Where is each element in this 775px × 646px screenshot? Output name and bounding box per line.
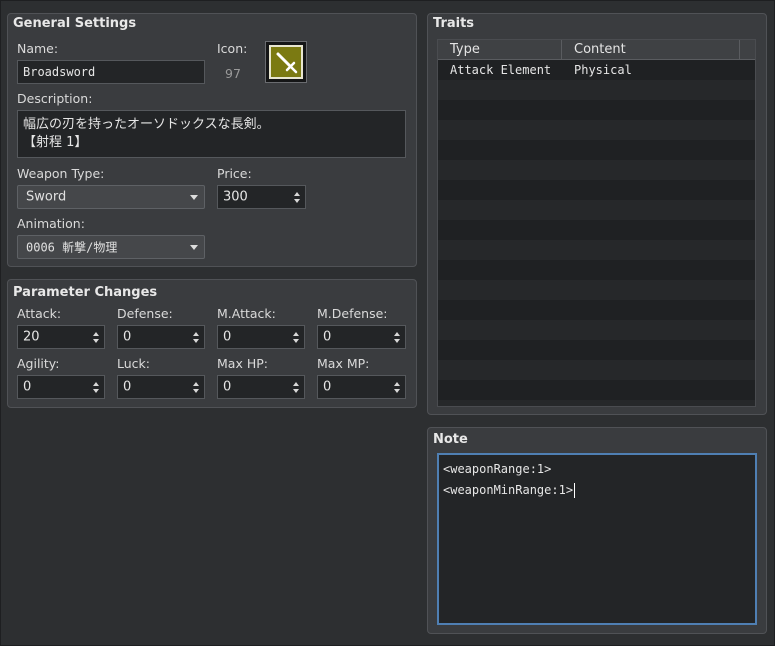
sword-icon bbox=[269, 45, 303, 79]
name-input[interactable]: Broadsword bbox=[17, 60, 205, 84]
mdefense-label: M.Defense: bbox=[317, 306, 388, 321]
mattack-label: M.Attack: bbox=[217, 306, 276, 321]
column-header-type[interactable]: Type bbox=[438, 40, 562, 60]
table-row[interactable] bbox=[438, 360, 755, 380]
spin-arrows-icon[interactable] bbox=[91, 326, 101, 348]
description-label: Description: bbox=[17, 91, 93, 106]
spin-arrows-icon[interactable] bbox=[292, 186, 302, 208]
note-line-1: <weaponRange:1> bbox=[443, 462, 552, 476]
trait-content-cell: Physical bbox=[574, 63, 632, 77]
weapon-type-select[interactable]: Sword bbox=[17, 185, 205, 209]
column-header-spacer bbox=[740, 40, 755, 60]
attack-label: Attack: bbox=[17, 306, 62, 321]
traits-table[interactable]: Type Content Attack Element Physical bbox=[437, 39, 756, 407]
spin-arrows-icon[interactable] bbox=[191, 326, 201, 348]
luck-label: Luck: bbox=[117, 356, 150, 371]
note-line-2-text: <weaponMinRange:1> bbox=[443, 483, 574, 497]
general-settings-title: General Settings bbox=[13, 16, 137, 31]
maxmp-spinbox[interactable]: 0 bbox=[317, 375, 406, 399]
description-textarea[interactable]: 幅広の刃を持ったオーソドックスな長剣。 【射程 1】 bbox=[17, 110, 406, 158]
animation-value: 0006 斬撃/物理 bbox=[26, 240, 118, 255]
agility-label: Agility: bbox=[17, 356, 60, 371]
table-row[interactable] bbox=[438, 120, 755, 140]
attack-value: 20 bbox=[23, 329, 40, 345]
spin-arrows-icon[interactable] bbox=[291, 326, 301, 348]
mdefense-value: 0 bbox=[323, 329, 332, 345]
icon-picker[interactable] bbox=[265, 41, 307, 83]
luck-spinbox[interactable]: 0 bbox=[117, 375, 205, 399]
table-row[interactable] bbox=[438, 100, 755, 120]
table-row[interactable] bbox=[438, 260, 755, 280]
traits-title: Traits bbox=[433, 16, 475, 31]
mattack-spinbox[interactable]: 0 bbox=[217, 325, 305, 349]
icon-label: Icon: bbox=[217, 41, 248, 56]
table-row[interactable] bbox=[438, 140, 755, 160]
weapon-type-value: Sword bbox=[26, 189, 67, 205]
agility-spinbox[interactable]: 0 bbox=[17, 375, 105, 399]
table-row[interactable] bbox=[438, 200, 755, 220]
table-row[interactable] bbox=[438, 180, 755, 200]
icon-index: 97 bbox=[225, 66, 241, 81]
defense-spinbox[interactable]: 0 bbox=[117, 325, 205, 349]
price-label: Price: bbox=[217, 166, 252, 181]
name-value: Broadsword bbox=[23, 65, 96, 79]
luck-value: 0 bbox=[123, 379, 132, 395]
table-row[interactable] bbox=[438, 400, 755, 406]
weapon-editor: General Settings Name: Broadsword Icon: … bbox=[0, 0, 775, 646]
spin-arrows-icon[interactable] bbox=[191, 376, 201, 398]
trait-type-cell: Attack Element bbox=[450, 63, 552, 77]
table-row[interactable] bbox=[438, 240, 755, 260]
table-row[interactable] bbox=[438, 220, 755, 240]
table-row[interactable] bbox=[438, 80, 755, 100]
weapon-type-label: Weapon Type: bbox=[17, 166, 105, 181]
maxhp-value: 0 bbox=[223, 379, 232, 395]
spin-arrows-icon[interactable] bbox=[291, 376, 301, 398]
note-title: Note bbox=[433, 432, 468, 447]
chevron-down-icon bbox=[190, 245, 198, 250]
table-row[interactable] bbox=[438, 320, 755, 340]
spin-arrows-icon[interactable] bbox=[392, 326, 402, 348]
animation-label: Animation: bbox=[17, 216, 85, 231]
price-value: 300 bbox=[223, 189, 248, 205]
maxhp-spinbox[interactable]: 0 bbox=[217, 375, 305, 399]
defense-label: Defense: bbox=[117, 306, 173, 321]
attack-spinbox[interactable]: 20 bbox=[17, 325, 105, 349]
maxmp-label: Max MP: bbox=[317, 356, 370, 371]
maxhp-label: Max HP: bbox=[217, 356, 268, 371]
note-textarea[interactable]: <weaponRange:1> <weaponMinRange:1> bbox=[437, 453, 757, 625]
table-row[interactable] bbox=[438, 380, 755, 400]
defense-value: 0 bbox=[123, 329, 132, 345]
note-line-2: <weaponMinRange:1> bbox=[443, 481, 751, 502]
description-line-2: 【射程 1】 bbox=[23, 135, 88, 150]
parameter-changes-title: Parameter Changes bbox=[13, 285, 158, 300]
table-row[interactable] bbox=[438, 340, 755, 360]
price-spinbox[interactable]: 300 bbox=[217, 185, 306, 209]
mdefense-spinbox[interactable]: 0 bbox=[317, 325, 406, 349]
text-cursor bbox=[574, 483, 576, 498]
name-label: Name: bbox=[17, 41, 59, 56]
table-row[interactable] bbox=[438, 280, 755, 300]
description-line-1: 幅広の刃を持ったオーソドックスな長剣。 bbox=[23, 117, 270, 132]
table-row[interactable]: Attack Element Physical bbox=[438, 60, 755, 80]
table-row[interactable] bbox=[438, 160, 755, 180]
spin-arrows-icon[interactable] bbox=[392, 376, 402, 398]
mattack-value: 0 bbox=[223, 329, 232, 345]
animation-select[interactable]: 0006 斬撃/物理 bbox=[17, 235, 205, 259]
column-header-content[interactable]: Content bbox=[562, 40, 740, 60]
maxmp-value: 0 bbox=[323, 379, 332, 395]
chevron-down-icon bbox=[190, 195, 198, 200]
table-row[interactable] bbox=[438, 300, 755, 320]
agility-value: 0 bbox=[23, 379, 32, 395]
spin-arrows-icon[interactable] bbox=[91, 376, 101, 398]
